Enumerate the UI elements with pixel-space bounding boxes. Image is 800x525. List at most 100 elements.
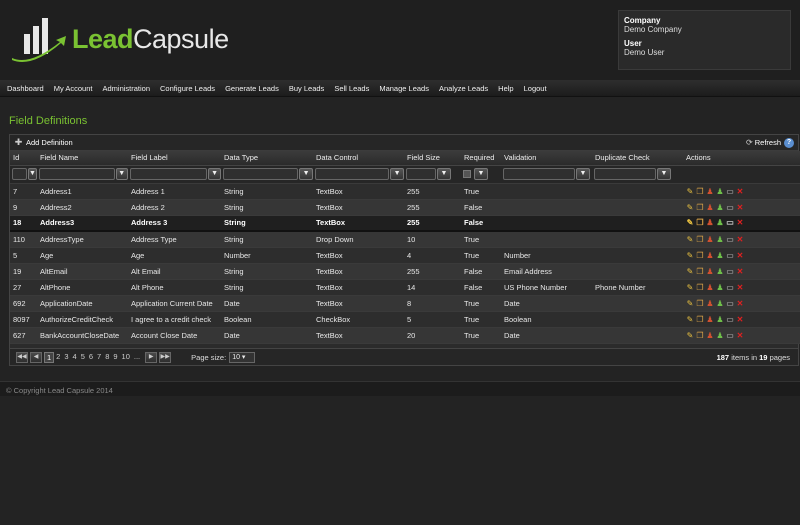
user-remove-icon[interactable]: ♟ bbox=[706, 283, 714, 292]
edit-icon[interactable]: ✎ bbox=[686, 283, 694, 292]
card-icon[interactable]: ▭ bbox=[726, 251, 734, 260]
copy-icon[interactable]: ❐ bbox=[696, 331, 704, 340]
table-row[interactable]: 9 Address2 Address 2 String TextBox 255 False ✎… bbox=[10, 199, 800, 216]
column-header-field-label[interactable]: Field Label bbox=[128, 151, 221, 166]
edit-icon[interactable]: ✎ bbox=[686, 218, 694, 227]
copy-icon[interactable]: ❐ bbox=[696, 267, 704, 276]
user-add-icon[interactable]: ♟ bbox=[716, 331, 724, 340]
user-remove-icon[interactable]: ♟ bbox=[706, 267, 714, 276]
filter-icon[interactable]: ▼ bbox=[390, 168, 404, 180]
filter-input[interactable] bbox=[503, 168, 575, 180]
filter-icon[interactable]: ▼ bbox=[299, 168, 313, 180]
filter-icon[interactable]: ▼ bbox=[474, 168, 488, 180]
page-number[interactable]: 8 bbox=[103, 352, 111, 363]
delete-icon[interactable]: ✕ bbox=[736, 218, 744, 227]
filter-icon[interactable]: ▼ bbox=[27, 168, 37, 180]
delete-icon[interactable]: ✕ bbox=[736, 331, 744, 340]
page-number[interactable]: 6 bbox=[87, 352, 95, 363]
edit-icon[interactable]: ✎ bbox=[686, 187, 694, 196]
nav-item-configure-leads[interactable]: Configure Leads bbox=[155, 80, 220, 96]
filter-icon[interactable]: ▼ bbox=[208, 168, 221, 180]
user-add-icon[interactable]: ♟ bbox=[716, 315, 724, 324]
user-add-icon[interactable]: ♟ bbox=[716, 251, 724, 260]
delete-icon[interactable]: ✕ bbox=[736, 203, 744, 212]
filter-icon[interactable]: ▼ bbox=[115, 168, 128, 180]
delete-icon[interactable]: ✕ bbox=[736, 235, 744, 244]
delete-icon[interactable]: ✕ bbox=[736, 299, 744, 308]
filter-icon[interactable]: ▼ bbox=[576, 168, 590, 180]
table-row[interactable]: 627 BankAccountCloseDate Account Close Dat… bbox=[10, 327, 800, 344]
prev-page-button[interactable]: ◀ bbox=[30, 351, 42, 363]
table-row[interactable]: 7 Address1 Address 1 String TextBox 255 True ✎ ❐… bbox=[10, 183, 800, 200]
user-remove-icon[interactable]: ♟ bbox=[706, 251, 714, 260]
delete-icon[interactable]: ✕ bbox=[736, 283, 744, 292]
user-remove-icon[interactable]: ♟ bbox=[706, 187, 714, 196]
filter-input[interactable] bbox=[130, 168, 208, 180]
column-header-field-name[interactable]: Field Name bbox=[37, 151, 128, 166]
card-icon[interactable]: ▭ bbox=[726, 203, 734, 212]
logo[interactable]: LeadCapsule bbox=[10, 14, 229, 66]
column-header-validation[interactable]: Validation bbox=[501, 151, 592, 166]
copy-icon[interactable]: ❐ bbox=[696, 235, 704, 244]
filter-input[interactable] bbox=[223, 168, 299, 180]
copy-icon[interactable]: ❐ bbox=[696, 315, 704, 324]
card-icon[interactable]: ▭ bbox=[726, 331, 734, 340]
user-remove-icon[interactable]: ♟ bbox=[706, 235, 714, 244]
edit-icon[interactable]: ✎ bbox=[686, 235, 694, 244]
card-icon[interactable]: ▭ bbox=[726, 267, 734, 276]
user-remove-icon[interactable]: ♟ bbox=[706, 218, 714, 227]
nav-item-logout[interactable]: Logout bbox=[519, 80, 552, 96]
copy-icon[interactable]: ❐ bbox=[696, 187, 704, 196]
column-header-data-control[interactable]: Data Control bbox=[313, 151, 404, 166]
column-header-field-size[interactable]: Field Size bbox=[404, 151, 461, 166]
table-row[interactable]: 5 Age Age Number TextBox 4 True Number ✎ ❐ ♟ ♟ ▭ ✕ bbox=[10, 247, 800, 264]
page-number[interactable]: 9 bbox=[111, 352, 119, 363]
column-header-required[interactable]: Required bbox=[461, 151, 501, 166]
user-remove-icon[interactable]: ♟ bbox=[706, 315, 714, 324]
user-add-icon[interactable]: ♟ bbox=[716, 267, 724, 276]
column-header-duplicate-check[interactable]: Duplicate Check bbox=[592, 151, 683, 166]
help-icon[interactable]: ? bbox=[784, 137, 794, 148]
table-row[interactable]: 18 Address3 Address 3 String TextBox 255 False… bbox=[10, 215, 800, 232]
table-row[interactable]: 110 AddressType Address Type String Drop Dow… bbox=[10, 231, 800, 248]
user-remove-icon[interactable]: ♟ bbox=[706, 203, 714, 212]
user-remove-icon[interactable]: ♟ bbox=[706, 331, 714, 340]
copy-icon[interactable]: ❐ bbox=[696, 299, 704, 308]
card-icon[interactable]: ▭ bbox=[726, 235, 734, 244]
column-header-actions[interactable]: Actions bbox=[683, 151, 800, 166]
copy-icon[interactable]: ❐ bbox=[696, 203, 704, 212]
copy-icon[interactable]: ❐ bbox=[696, 251, 704, 260]
nav-item-analyze-leads[interactable]: Analyze Leads bbox=[434, 80, 493, 96]
filter-checkbox[interactable] bbox=[463, 170, 471, 178]
copy-icon[interactable]: ❐ bbox=[696, 218, 704, 227]
card-icon[interactable]: ▭ bbox=[726, 299, 734, 308]
next-page-button[interactable]: ▶ bbox=[145, 351, 158, 363]
page-number[interactable]: 2 bbox=[54, 352, 62, 363]
delete-icon[interactable]: ✕ bbox=[736, 251, 744, 260]
filter-input[interactable] bbox=[594, 168, 656, 180]
table-row[interactable]: 692 ApplicationDate Application Current Da… bbox=[10, 295, 800, 312]
edit-icon[interactable]: ✎ bbox=[686, 251, 694, 260]
filter-input[interactable] bbox=[406, 168, 436, 180]
add-definition-button[interactable]: ✚ Add Definition bbox=[14, 138, 73, 148]
user-add-icon[interactable]: ♟ bbox=[716, 235, 724, 244]
delete-icon[interactable]: ✕ bbox=[736, 187, 744, 196]
nav-item-generate-leads[interactable]: Generate Leads bbox=[220, 80, 284, 96]
filter-icon[interactable]: ▼ bbox=[657, 168, 671, 180]
edit-icon[interactable]: ✎ bbox=[686, 267, 694, 276]
filter-input[interactable] bbox=[12, 168, 27, 180]
user-add-icon[interactable]: ♟ bbox=[716, 203, 724, 212]
edit-icon[interactable]: ✎ bbox=[686, 299, 694, 308]
user-add-icon[interactable]: ♟ bbox=[716, 218, 724, 227]
delete-icon[interactable]: ✕ bbox=[736, 267, 744, 276]
nav-item-dashboard[interactable]: Dashboard bbox=[2, 80, 49, 96]
nav-item-buy-leads[interactable]: Buy Leads bbox=[284, 80, 329, 96]
nav-item-administration[interactable]: Administration bbox=[97, 80, 155, 96]
filter-input[interactable] bbox=[39, 168, 115, 180]
table-row[interactable]: 19 AltEmail Alt Email String TextBox 255 False… bbox=[10, 263, 800, 280]
delete-icon[interactable]: ✕ bbox=[736, 315, 744, 324]
edit-icon[interactable]: ✎ bbox=[686, 315, 694, 324]
first-page-button[interactable]: ◀◀ bbox=[16, 351, 28, 363]
nav-item-manage-leads[interactable]: Manage Leads bbox=[374, 80, 434, 96]
nav-item-help[interactable]: Help bbox=[493, 80, 518, 96]
